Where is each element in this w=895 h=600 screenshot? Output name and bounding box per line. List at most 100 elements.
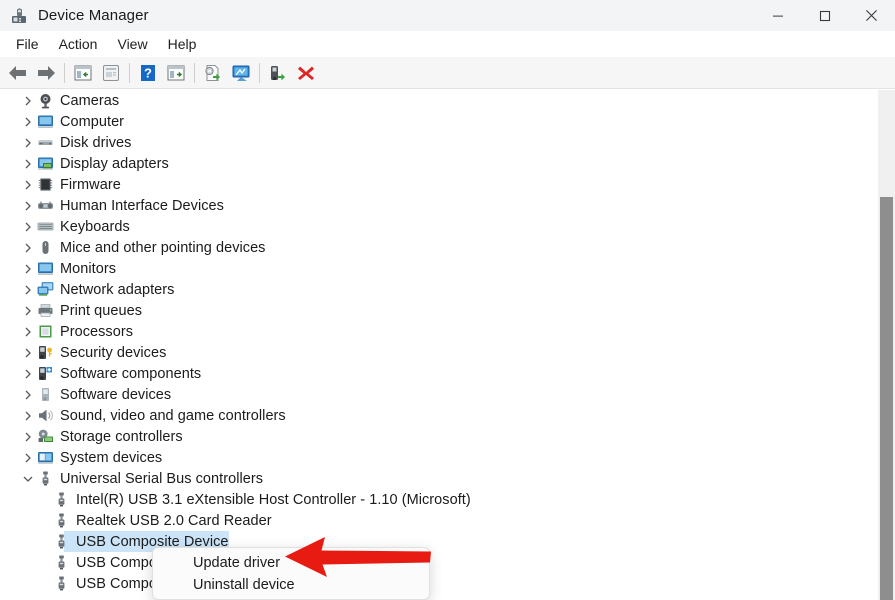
- minimize-button[interactable]: [754, 0, 801, 31]
- chevron-right-icon[interactable]: [20, 174, 36, 195]
- vertical-scrollbar[interactable]: [878, 90, 895, 600]
- chevron-right-icon[interactable]: [20, 342, 36, 363]
- tree-node-label: Storage controllers: [60, 428, 183, 445]
- console-tree-icon: [74, 65, 92, 80]
- usb-icon: [52, 533, 70, 551]
- tree-node-realtek-usb-card-reader[interactable]: Realtek USB 2.0 Card Reader: [0, 510, 878, 531]
- tree-node-sound-video-and-game-controllers[interactable]: Sound, video and game controllers: [0, 405, 878, 426]
- chevron-right-icon[interactable]: [20, 426, 36, 447]
- tree-node-print-queues[interactable]: Print queues: [0, 300, 878, 321]
- disk-drive-icon: [36, 134, 54, 152]
- tree-node-storage-controllers[interactable]: Storage controllers: [0, 426, 878, 447]
- tree-node-processors[interactable]: Processors: [0, 321, 878, 342]
- tree-node-computer[interactable]: Computer: [0, 111, 878, 132]
- tree-node-mice-and-other-pointing-devices[interactable]: Mice and other pointing devices: [0, 237, 878, 258]
- chevron-right-icon[interactable]: [20, 384, 36, 405]
- tree-node-label: Mice and other pointing devices: [60, 239, 266, 256]
- security-device-icon: [36, 344, 54, 362]
- back-arrow-icon: [9, 65, 26, 80]
- tree-node-disk-drives[interactable]: Disk drives: [0, 132, 878, 153]
- close-button[interactable]: [848, 0, 895, 31]
- usb-icon: [52, 554, 70, 572]
- hid-icon: [36, 197, 54, 215]
- usb-icon: [36, 470, 54, 488]
- tree-node-keyboards[interactable]: Keyboards: [0, 216, 878, 237]
- chevron-right-icon[interactable]: [20, 405, 36, 426]
- properties-icon: [103, 64, 119, 81]
- tree-node-label: Human Interface Devices: [60, 197, 224, 214]
- chevron-down-icon[interactable]: [20, 468, 36, 489]
- tree-node-intel-usb-host-controller[interactable]: Intel(R) USB 3.1 eXtensible Host Control…: [0, 489, 878, 510]
- tree-node-label: Display adapters: [60, 155, 169, 172]
- scan-monitor-icon: [232, 65, 250, 81]
- usb-icon: [52, 512, 70, 530]
- menu-help[interactable]: Help: [158, 33, 207, 55]
- chevron-right-icon[interactable]: [20, 321, 36, 342]
- chevron-right-icon[interactable]: [20, 300, 36, 321]
- tree-node-software-devices[interactable]: Software devices: [0, 384, 878, 405]
- tree-node-system-devices[interactable]: System devices: [0, 447, 878, 468]
- context-menu-item-uninstall-device[interactable]: Uninstall device: [153, 574, 429, 596]
- system-device-icon: [36, 449, 54, 467]
- tree-node-usb-composite-device-3[interactable]: USB Composite Device: [0, 573, 878, 594]
- menu-file[interactable]: File: [6, 33, 49, 55]
- properties-button[interactable]: [97, 60, 125, 86]
- forward-arrow-icon: [38, 65, 55, 80]
- red-x-icon: [298, 66, 314, 80]
- back-button[interactable]: [4, 60, 32, 86]
- menu-bar: File Action View Help: [0, 31, 895, 57]
- chevron-right-icon[interactable]: [20, 111, 36, 132]
- uninstall-device-button[interactable]: [264, 60, 292, 86]
- tree-node-label: Monitors: [60, 260, 116, 277]
- toolbar-separator: [194, 62, 195, 83]
- tree-node-security-devices[interactable]: Security devices: [0, 342, 878, 363]
- menu-view[interactable]: View: [107, 33, 157, 55]
- chevron-right-icon[interactable]: [20, 258, 36, 279]
- scan-hardware-changes-button[interactable]: [227, 60, 255, 86]
- tree-node-cameras[interactable]: Cameras: [0, 90, 878, 111]
- show-hide-action-pane-button[interactable]: [162, 60, 190, 86]
- tree-node-software-components[interactable]: Software components: [0, 363, 878, 384]
- tree-node-label: Print queues: [60, 302, 143, 319]
- tree-node-network-adapters[interactable]: Network adapters: [0, 279, 878, 300]
- help-button[interactable]: ?: [134, 60, 162, 86]
- menu-action[interactable]: Action: [49, 33, 108, 55]
- tree-node-universal-serial-bus-controllers[interactable]: Universal Serial Bus controllers: [0, 468, 878, 489]
- tree-node-monitors[interactable]: Monitors: [0, 258, 878, 279]
- tree-node-usb-composite-device-selected[interactable]: USB Composite Device: [0, 531, 878, 552]
- tree-node-firmware[interactable]: Firmware: [0, 174, 878, 195]
- context-menu-item-update-driver[interactable]: Update driver: [153, 552, 429, 574]
- chevron-right-icon[interactable]: [20, 195, 36, 216]
- disable-device-button[interactable]: [292, 60, 320, 86]
- forward-button[interactable]: [32, 60, 60, 86]
- tree-node-label: Computer: [60, 113, 125, 130]
- tree-node-label: Network adapters: [60, 281, 175, 298]
- tree-node-label: Intel(R) USB 3.1 eXtensible Host Control…: [76, 491, 471, 508]
- chevron-right-icon[interactable]: [20, 279, 36, 300]
- context-menu[interactable]: Update driver Uninstall device: [152, 547, 430, 600]
- device-manager-icon: [9, 6, 29, 26]
- chevron-right-icon[interactable]: [20, 363, 36, 384]
- tree-node-display-adapters[interactable]: Display adapters: [0, 153, 878, 174]
- tree-node-label: Sound, video and game controllers: [60, 407, 286, 424]
- tree-node-human-interface-devices[interactable]: Human Interface Devices: [0, 195, 878, 216]
- scrollbar-thumb[interactable]: [880, 197, 893, 600]
- chevron-right-icon[interactable]: [20, 237, 36, 258]
- computer-icon: [36, 113, 54, 131]
- maximize-button[interactable]: [801, 0, 848, 31]
- tree-node-usb-composite-device-2[interactable]: USB Composite Device: [0, 552, 878, 573]
- chevron-right-icon[interactable]: [20, 153, 36, 174]
- chevron-right-icon[interactable]: [20, 132, 36, 153]
- chevron-right-icon[interactable]: [20, 216, 36, 237]
- display-adapter-icon: [36, 155, 54, 173]
- tree-node-label: System devices: [60, 449, 163, 466]
- chevron-right-icon[interactable]: [20, 90, 36, 111]
- toolbar-separator: [129, 62, 130, 83]
- uninstall-device-icon: [271, 65, 285, 80]
- show-hide-console-tree-button[interactable]: [69, 60, 97, 86]
- update-driver-button[interactable]: [199, 60, 227, 86]
- svg-text:?: ?: [144, 65, 152, 80]
- speaker-icon: [36, 407, 54, 425]
- chevron-right-icon[interactable]: [20, 447, 36, 468]
- device-tree[interactable]: Cameras Computer Disk drives Display ada…: [0, 90, 878, 600]
